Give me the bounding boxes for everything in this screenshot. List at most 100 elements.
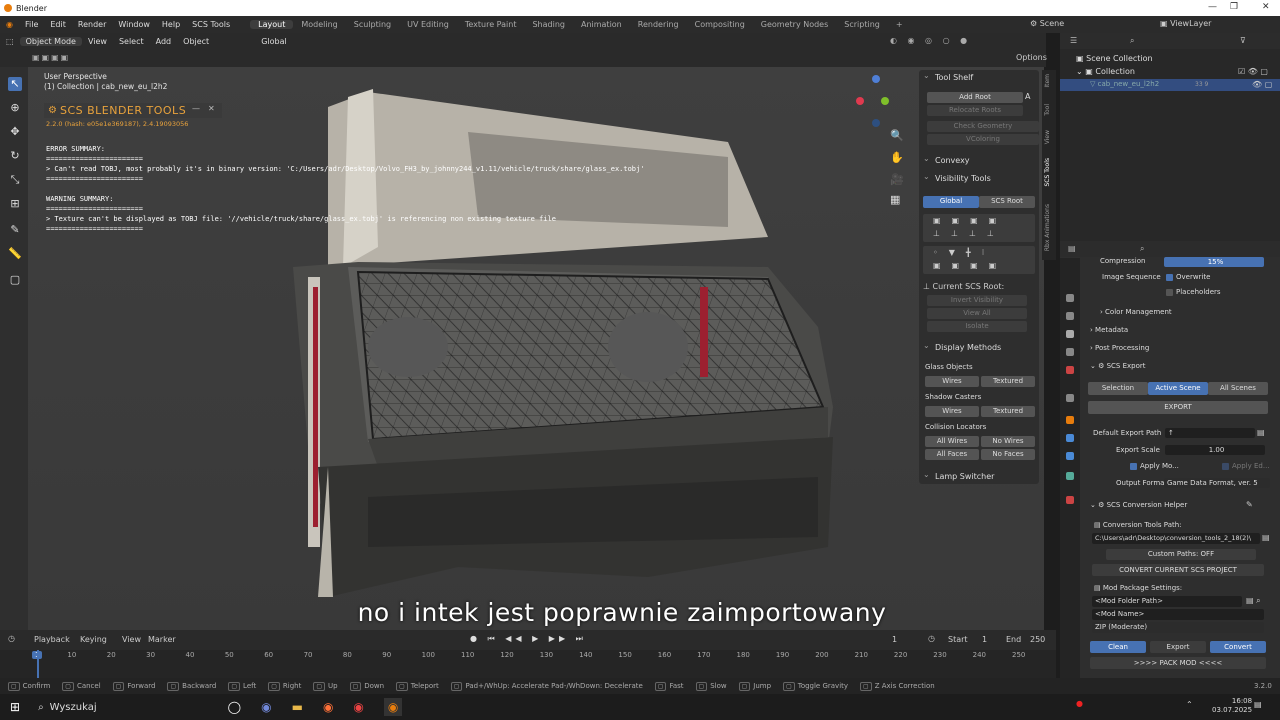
view-all-button[interactable]: View All (927, 308, 1027, 319)
playback-menu[interactable]: Playback (34, 635, 70, 644)
glass-textured-button[interactable]: Textured (981, 376, 1035, 387)
object-item[interactable]: ▽ cab_new_eu_l2h2 (1090, 80, 1159, 88)
shadow-wires-button[interactable]: Wires (925, 406, 979, 417)
scene-properties-icon[interactable] (1066, 366, 1074, 374)
cursor-tool-icon[interactable]: ⊕ (8, 101, 22, 115)
tab-uv-editing[interactable]: UV Editing (399, 20, 457, 29)
playhead[interactable] (37, 650, 39, 678)
move-tool-icon[interactable]: ✥ (8, 125, 22, 139)
outliner-search-icon[interactable]: ⌕ (1130, 36, 1134, 46)
tab-shading[interactable]: Shading (524, 20, 573, 29)
invert-visibility-button[interactable]: Invert Visibility (927, 295, 1027, 306)
scs-root-tab[interactable]: SCS Root (979, 196, 1035, 208)
keying-menu[interactable]: Keying (80, 635, 107, 644)
edit-icon[interactable]: ✎ (1246, 500, 1253, 509)
editor-type-icon[interactable]: ⬚ (0, 37, 20, 46)
clean-toggle[interactable]: Clean (1090, 641, 1146, 653)
close-icon[interactable]: ✕ (1262, 2, 1270, 12)
menu-render[interactable]: Render (72, 20, 112, 29)
viewport-shading-icons[interactable]: ◐ ◉ ◎ ○ ● (890, 36, 971, 45)
measure-tool-icon[interactable]: 📏 (8, 247, 22, 261)
text-icon[interactable]: A (1025, 92, 1030, 101)
output-format-dropdown[interactable]: Game Data Format, ver. 5 (1164, 478, 1270, 488)
menu-file[interactable]: File (19, 20, 44, 29)
zip-compression-dropdown[interactable]: ZIP (Moderate) (1092, 622, 1264, 633)
convert-toggle[interactable]: Convert (1210, 641, 1266, 653)
apply-modifiers-checkbox[interactable]: Apply Mo... (1130, 462, 1179, 470)
mod-folder-path-field[interactable]: <Mod Folder Path> (1092, 596, 1242, 607)
folder-icon[interactable]: ▤ (1262, 533, 1270, 542)
isolate-button[interactable]: Isolate (927, 321, 1027, 332)
mode-dropdown[interactable]: Object Mode (19, 36, 82, 46)
active-scene-tab[interactable]: Active Scene (1148, 382, 1208, 395)
discord-icon[interactable]: ◉ (261, 700, 271, 714)
tab-compositing[interactable]: Compositing (687, 20, 753, 29)
display-methods-header[interactable]: Display Methods (919, 339, 1039, 355)
world-properties-icon[interactable] (1066, 394, 1074, 402)
conversion-tools-path-field[interactable]: C:\Users\adr\Desktop\conversion_tools_2_… (1092, 533, 1260, 544)
menu-scs-tools[interactable]: SCS Tools (186, 20, 236, 29)
tab-layout[interactable]: Layout (250, 20, 294, 29)
minimize-log-icon[interactable]: — (192, 104, 200, 113)
add-menu[interactable]: Add (150, 37, 178, 46)
marker-menu[interactable]: Marker (148, 635, 176, 644)
tool-properties-icon[interactable] (1066, 294, 1074, 302)
navigation-gizmo[interactable] (851, 75, 901, 127)
visibility-buttons-grid-2[interactable]: ◦▼╋⁝ ▣▣▣▣ (923, 246, 1035, 274)
outliner-editor-icon[interactable]: ☰ (1070, 36, 1077, 45)
pack-mod-button[interactable]: >>>> PACK MOD <<<< (1090, 657, 1266, 669)
scs-conversion-helper-header[interactable]: ⌄ ⚙ SCS Conversion Helper (1090, 501, 1187, 509)
convexy-header[interactable]: Convexy (919, 152, 1039, 168)
menu-window[interactable]: Window (112, 20, 156, 29)
scs-export-header[interactable]: ⌄ ⚙ SCS Export (1090, 362, 1146, 370)
blender-menu-icon[interactable]: ◉ (0, 20, 19, 29)
maximize-icon[interactable]: ❐ (1230, 2, 1238, 12)
tab-animation[interactable]: Animation (573, 20, 630, 29)
view-layer-properties-icon[interactable] (1066, 348, 1074, 356)
pan-hand-icon[interactable]: ✋ (890, 151, 904, 164)
start-frame-field[interactable]: 1 (982, 635, 987, 644)
notifications-icon[interactable]: ▤ (1254, 700, 1262, 709)
orientation-dropdown[interactable]: Global (255, 37, 293, 46)
object-menu[interactable]: Object (177, 37, 215, 46)
taskbar-search-field[interactable]: Wyszukaj (50, 702, 220, 713)
tab-sculpting[interactable]: Sculpting (346, 20, 399, 29)
properties-search-icon[interactable]: ⌕ (1140, 244, 1144, 254)
transform-tool-icon[interactable]: ⊞ (8, 197, 22, 211)
annotate-tool-icon[interactable]: ✎ (8, 223, 22, 237)
camera-view-icon[interactable]: 🎥 (890, 173, 904, 186)
tab-tool[interactable]: Tool (1044, 104, 1054, 116)
tab-scs-tools[interactable]: SCS Tools (1044, 158, 1054, 187)
folder-icon[interactable]: ▤ ⌕ (1246, 596, 1261, 606)
playback-controls[interactable]: ● ⏮ ◀◀ ▶ ▶▶ ⏭ (470, 634, 587, 644)
task-view-icon[interactable]: ◯ (228, 700, 241, 714)
visibility-eye-icon[interactable]: ☑ 👁 ▢ (1238, 67, 1268, 76)
mod-name-field[interactable]: <Mod Name> (1092, 609, 1264, 620)
metadata-header[interactable]: › Metadata (1090, 326, 1128, 334)
no-faces-button[interactable]: No Faces (981, 449, 1035, 460)
export-toggle[interactable]: Export (1150, 641, 1206, 653)
modifier-properties-icon[interactable] (1066, 434, 1074, 442)
overwrite-checkbox[interactable]: Overwrite (1166, 273, 1210, 281)
folder-icon[interactable]: ▤ (1257, 428, 1265, 437)
shadow-textured-button[interactable]: Textured (981, 406, 1035, 417)
chrome-icon[interactable]: ◉ (353, 700, 363, 714)
tab-view[interactable]: View (1044, 130, 1054, 144)
selection-tab[interactable]: Selection (1088, 382, 1148, 395)
collection-item[interactable]: ⌄ ▣ Collection (1076, 67, 1135, 76)
add-workspace-icon[interactable]: + (888, 20, 911, 29)
global-tab[interactable]: Global (923, 196, 979, 208)
vcoloring-button[interactable]: VColoring (927, 134, 1039, 145)
post-processing-header[interactable]: › Post Processing (1090, 344, 1149, 352)
placeholders-checkbox[interactable]: Placeholders (1166, 288, 1221, 296)
minimize-icon[interactable]: — (1208, 2, 1217, 12)
select-tool-icon[interactable]: ↖ (8, 77, 22, 91)
tab-texture-paint[interactable]: Texture Paint (457, 20, 525, 29)
custom-paths-toggle[interactable]: Custom Paths: OFF (1106, 549, 1256, 560)
glass-wires-button[interactable]: Wires (925, 376, 979, 387)
tab-scripting[interactable]: Scripting (836, 20, 888, 29)
view-menu[interactable]: View (122, 635, 141, 644)
clock-icon[interactable]: ◷ (928, 634, 935, 643)
scene-collection-item[interactable]: ▣ Scene Collection (1076, 54, 1153, 63)
rotate-tool-icon[interactable]: ↻ (8, 149, 22, 163)
